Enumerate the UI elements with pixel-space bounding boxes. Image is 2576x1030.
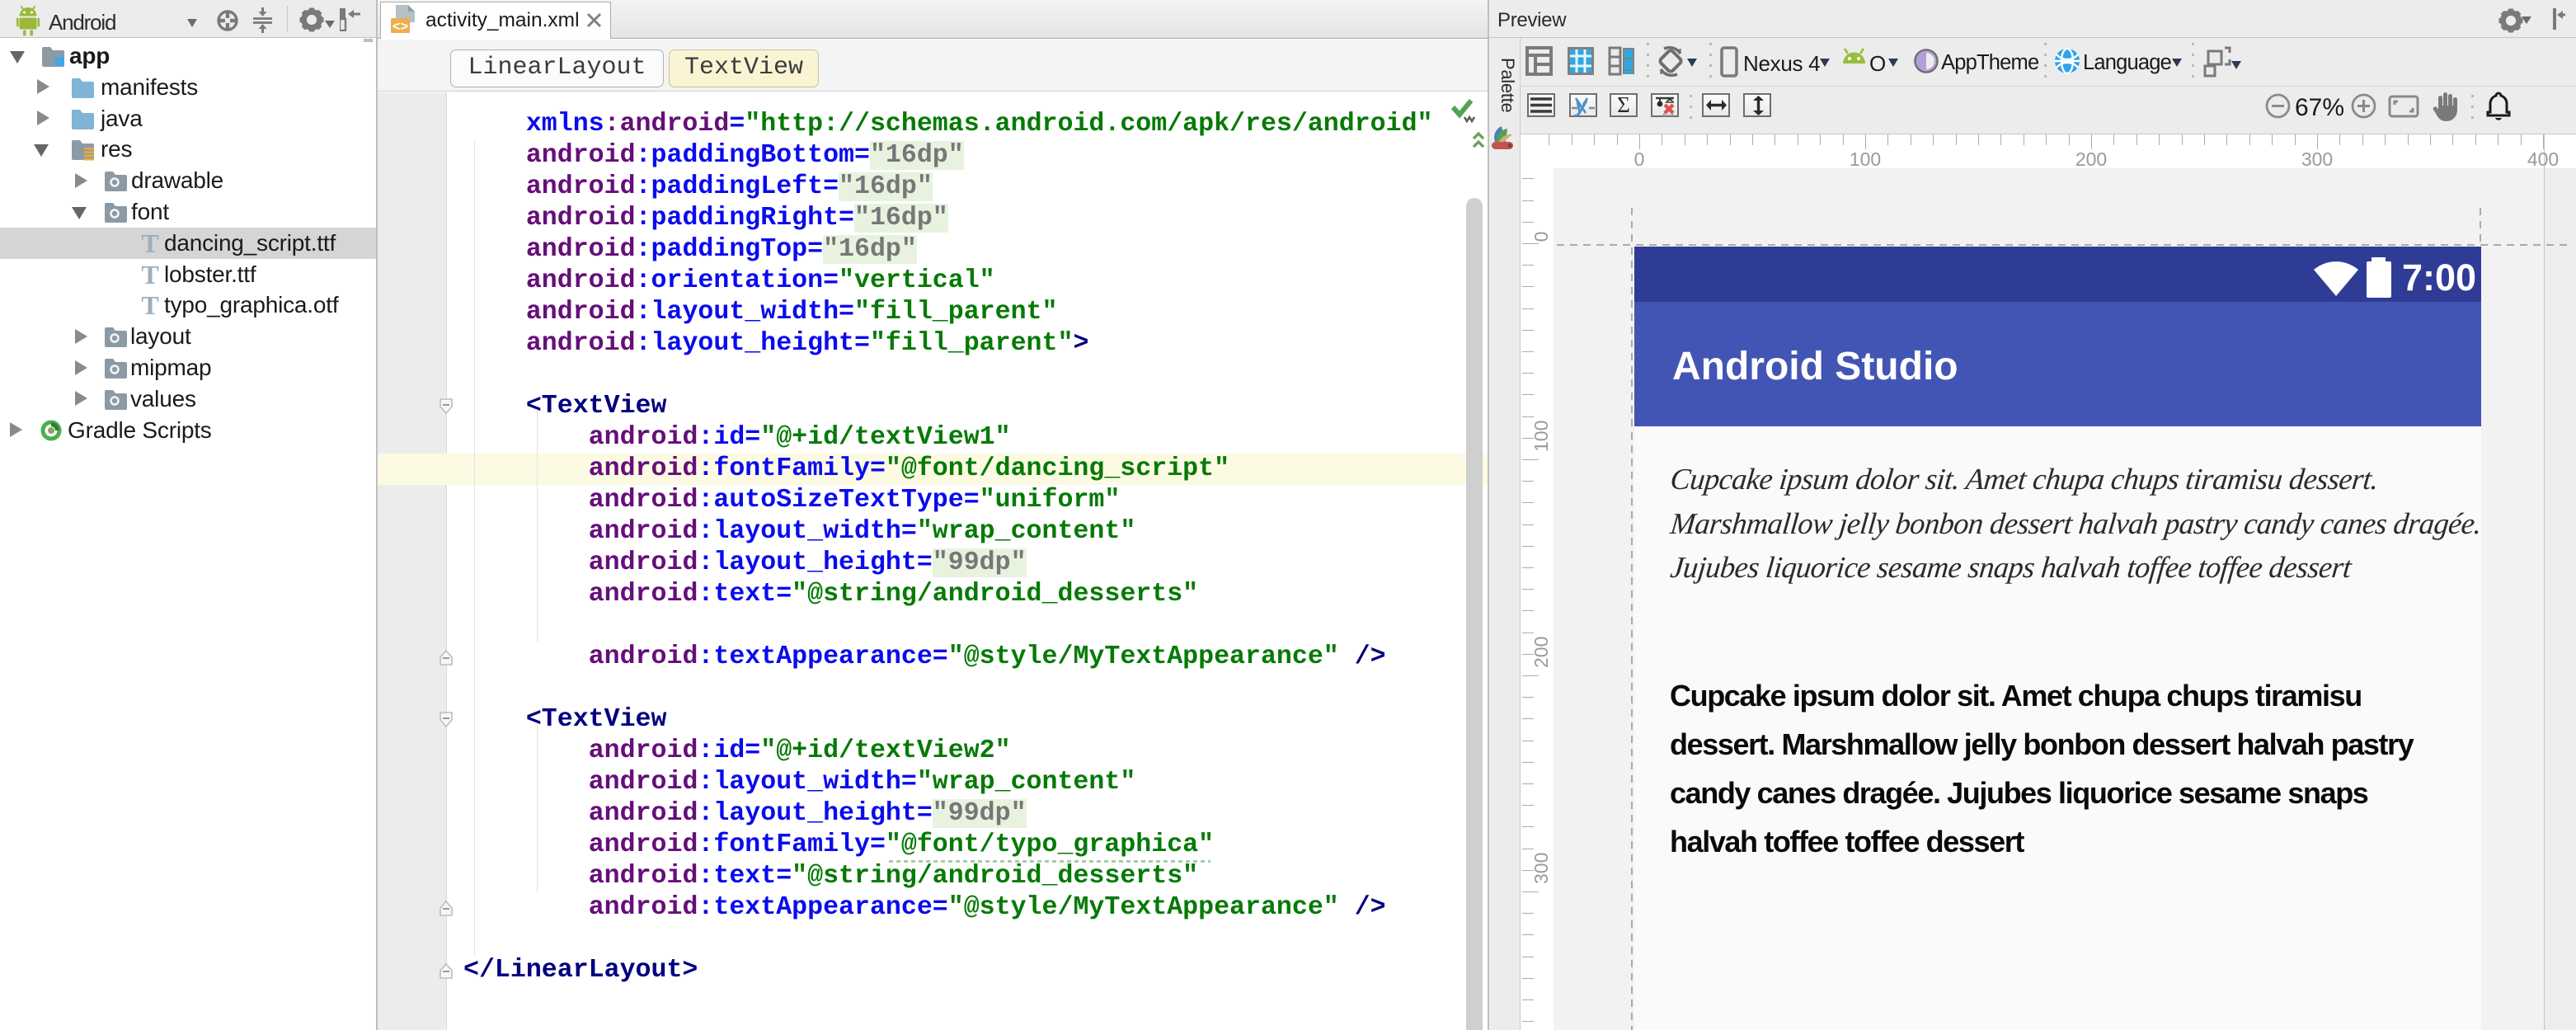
svg-text:<>: <> (393, 20, 408, 35)
